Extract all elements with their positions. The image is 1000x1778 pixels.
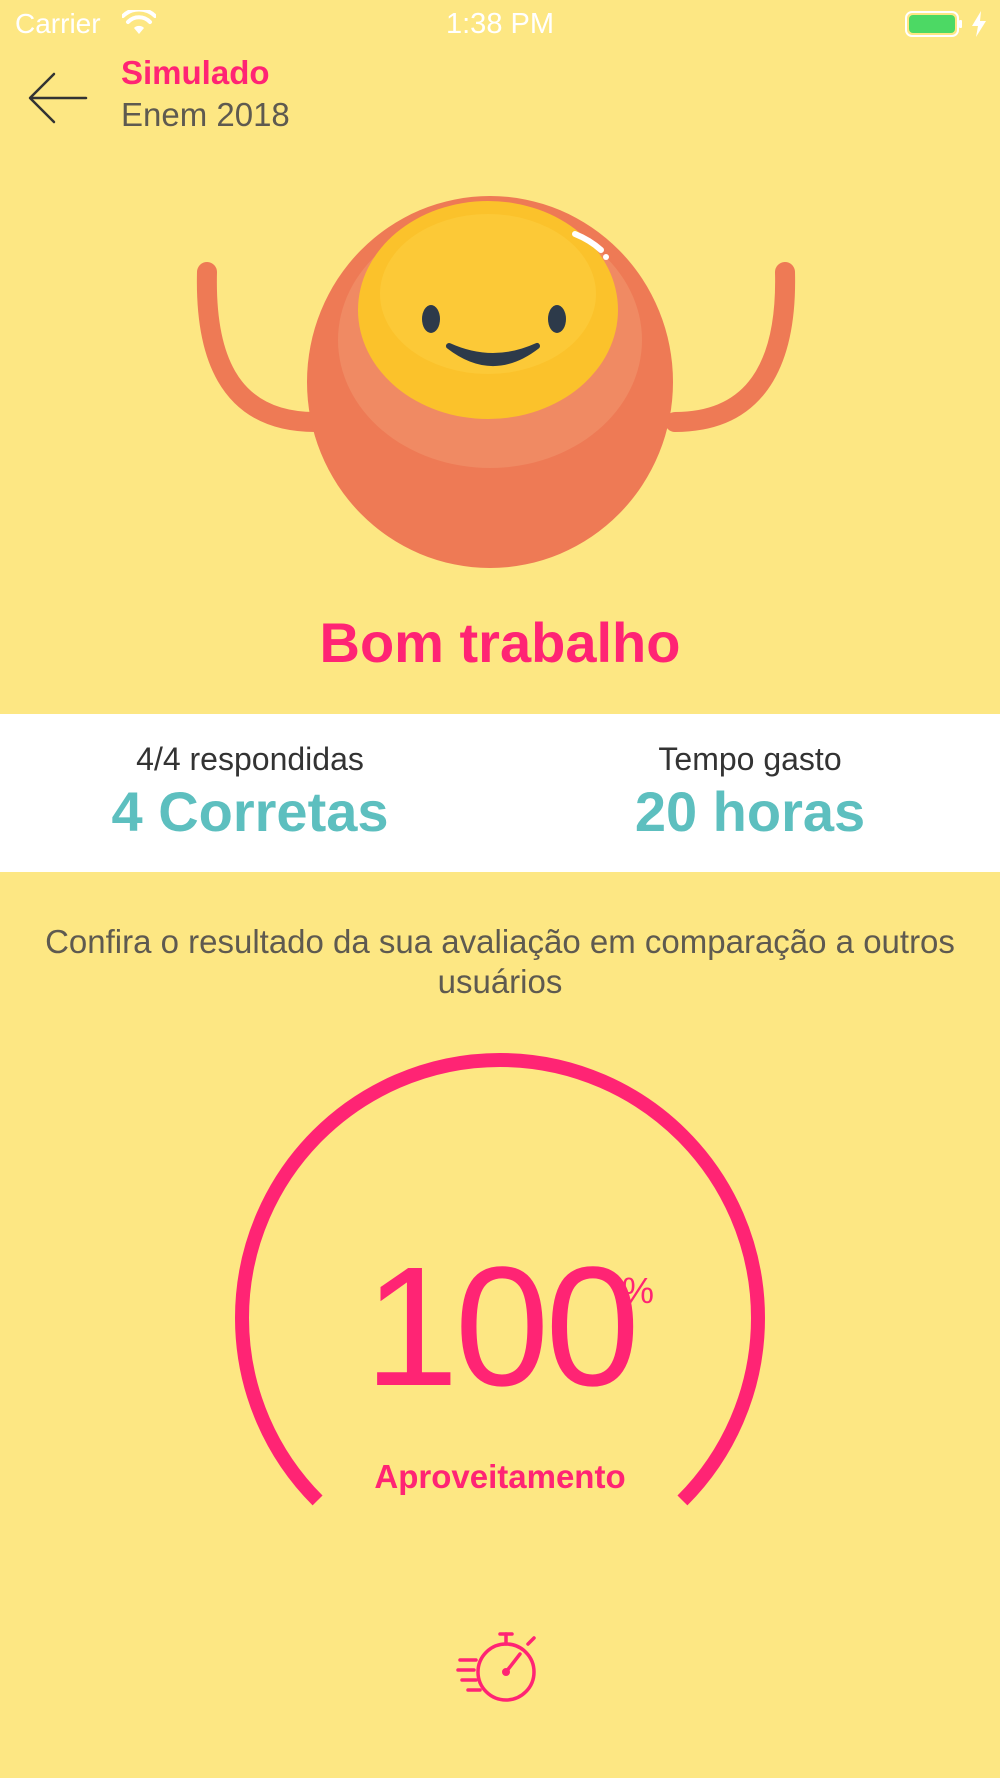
time-value: 20 horas xyxy=(634,780,866,843)
gauge-value: 100 xyxy=(364,1232,640,1422)
gauge-label: Aproveitamento xyxy=(374,1458,626,1495)
answered-stat: 4/4 respondidas 4 Corretas xyxy=(0,714,500,844)
stats-panel: 4/4 respondidas 4 Corretas Tempo gasto 2… xyxy=(0,714,1000,872)
back-button[interactable] xyxy=(22,64,94,128)
time-stat: Tempo gasto 20 horas xyxy=(500,714,1000,844)
correct-value: 4 Corretas xyxy=(111,780,389,843)
header-title: Simulado xyxy=(121,54,270,91)
comparison-text: Confira o resultado da sua avaliação em … xyxy=(45,923,955,1000)
battery-icon xyxy=(905,10,963,43)
status-bar: Carrier 1:38 PM xyxy=(0,0,1000,50)
time-label: Tempo gasto xyxy=(658,741,842,777)
stopwatch-icon xyxy=(456,1632,536,1702)
gauge-unit: % xyxy=(622,1270,655,1311)
result-headline: Bom trabalho xyxy=(319,611,681,674)
charging-icon xyxy=(970,10,988,43)
arrow-left-icon xyxy=(28,72,88,124)
clock-label: 1:38 PM xyxy=(446,8,554,40)
happy-ball-mascot xyxy=(195,190,805,585)
stopwatch-button[interactable] xyxy=(456,1620,544,1716)
header-subtitle: Enem 2018 xyxy=(121,96,290,133)
answered-label: 4/4 respondidas xyxy=(136,741,364,777)
